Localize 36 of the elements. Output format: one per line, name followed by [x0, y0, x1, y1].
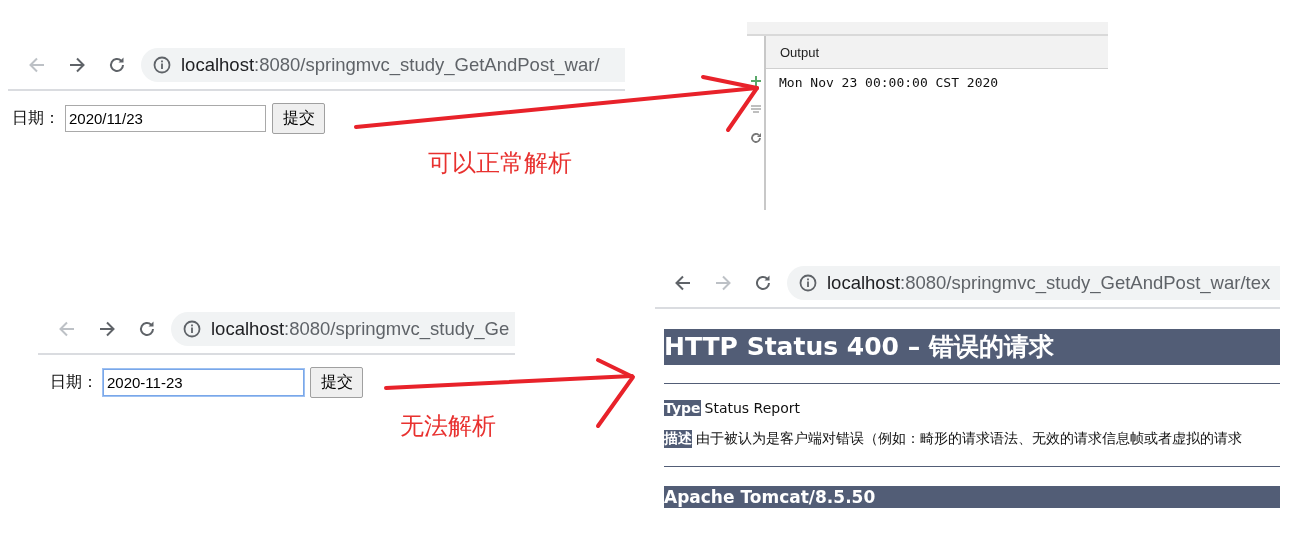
date-field[interactable]: 2020/11/23 — [65, 105, 266, 132]
forward-arrow-icon — [67, 55, 87, 75]
annotation-text: 无法解析 — [400, 412, 496, 440]
reload-icon — [753, 273, 773, 293]
reload-icon — [137, 319, 157, 339]
refresh-icon[interactable] — [749, 132, 762, 144]
console-line: Mon Nov 23 00:00:00 CST 2020 — [779, 74, 1000, 92]
back-arrow-icon — [57, 319, 77, 339]
annotation-text: 可以正常解析 — [428, 149, 572, 177]
plus-icon[interactable] — [750, 76, 761, 86]
date-field[interactable]: 2020-11-23 — [103, 369, 304, 396]
info-icon — [183, 320, 201, 338]
info-icon — [799, 274, 817, 292]
url-text: localhost:8080/springmvc_study_GetAndPost_war/ — [181, 54, 600, 76]
address-bar[interactable]: localhost:8080/springmvc_study_Ge — [171, 312, 515, 346]
field-value: 由于被认为是客户端对错误（例如：畸形的请求语法、无效的请求信息帧或者虚拟的请求 — [696, 430, 1242, 448]
output-tab[interactable]: Output — [766, 36, 1108, 69]
forward-arrow-icon — [97, 319, 117, 339]
field-value: Status Report — [704, 400, 800, 416]
url-text: localhost:8080/springmvc_study_Ge — [211, 318, 510, 340]
submit-button[interactable]: 提交 — [272, 103, 325, 134]
forward-arrow-icon — [713, 273, 733, 293]
address-bar[interactable]: localhost:8080/springmvc_study_GetAndPost_war/tex — [787, 266, 1280, 300]
back-arrow-icon — [673, 273, 693, 293]
info-icon — [153, 56, 171, 74]
server-footer: Apache Tomcat/8.5.50 — [664, 486, 1280, 508]
date-label: 日期： — [12, 108, 60, 129]
date-label: 日期： — [50, 372, 98, 393]
url-text: localhost:8080/springmvc_study_GetAndPost_war/tex — [827, 272, 1271, 294]
error-title: HTTP Status 400 – 错误的请求 — [664, 329, 1280, 365]
submit-button[interactable]: 提交 — [310, 367, 363, 398]
field-label: 描述 — [664, 430, 692, 448]
field-label: Type — [664, 400, 701, 416]
address-bar[interactable]: localhost:8080/springmvc_study_GetAndPost_war/ — [141, 48, 625, 82]
back-arrow-icon — [27, 55, 47, 75]
reload-icon — [107, 55, 127, 75]
